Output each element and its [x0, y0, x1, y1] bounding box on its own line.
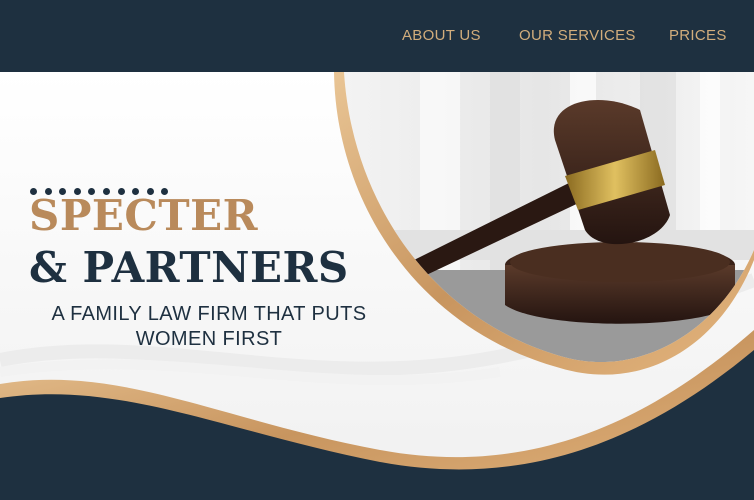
brand-name-line1: SPECTER [29, 191, 259, 240]
tagline-line1: A FAMILY LAW FIRM THAT PUTS [51, 303, 367, 325]
nav-prices-link[interactable]: PRICES [669, 27, 727, 44]
tagline: A FAMILY LAW FIRM THAT PUTS WOMEN FIRST [20, 302, 398, 352]
top-navigation-bar: ABOUT US OUR SERVICES PRICES [0, 0, 754, 72]
tagline-line2: WOMEN FIRST [135, 328, 283, 350]
brand-name-line2: & PARTNERS [29, 243, 349, 292]
nav-about-us-link[interactable]: ABOUT US [402, 27, 481, 44]
nav-our-services-link[interactable]: OUR SERVICES [519, 27, 636, 44]
